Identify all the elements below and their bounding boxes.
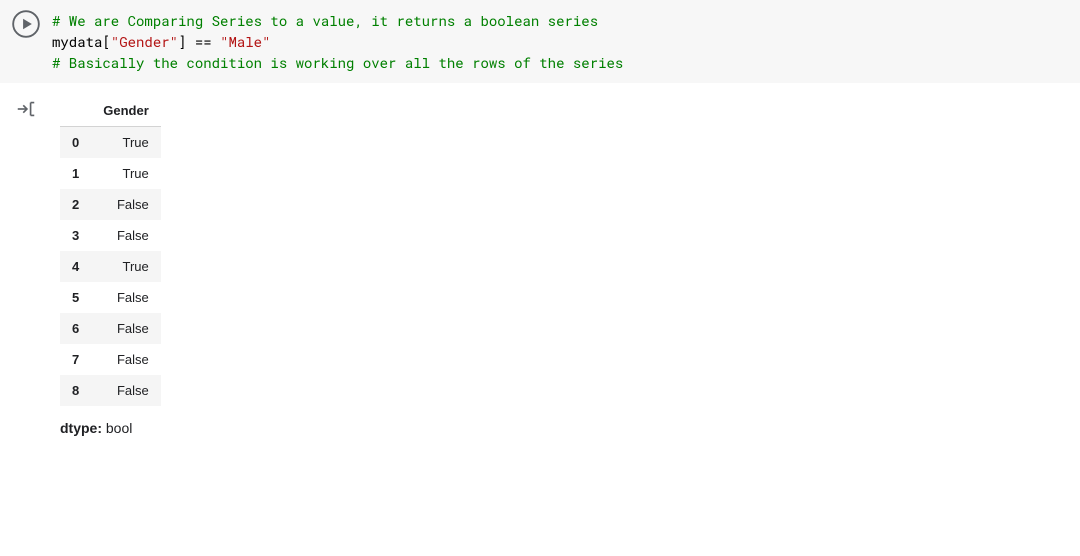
table-cell-value: False [91, 220, 161, 251]
table-row: 7 False [60, 344, 161, 375]
table-cell-value: True [91, 127, 161, 159]
dtype-line: dtype: bool [60, 420, 1072, 436]
table-row: 4 True [60, 251, 161, 282]
table-row-index: 1 [60, 158, 91, 189]
code-operator: == [186, 32, 220, 51]
table-row: 5 False [60, 282, 161, 313]
table-row-index: 7 [60, 344, 91, 375]
table-row: 2 False [60, 189, 161, 220]
code-variable: mydata [52, 32, 102, 51]
code-string: "Gender" [111, 32, 178, 51]
input-gutter [0, 8, 52, 38]
table-cell-value: False [91, 375, 161, 406]
cell-input-area: # We are Comparing Series to a value, it… [0, 0, 1080, 83]
code-bracket: [ [102, 32, 110, 51]
table-cell-value: False [91, 344, 161, 375]
table-cell-value: False [91, 282, 161, 313]
table-header-index [60, 95, 91, 127]
output-toggle-button[interactable] [14, 97, 38, 121]
table-cell-value: False [91, 189, 161, 220]
cell-output-area: Gender 0 True 1 True 2 False [0, 83, 1080, 440]
dtype-value: bool [102, 420, 132, 436]
table-cell-value: True [91, 158, 161, 189]
table-row: 3 False [60, 220, 161, 251]
output-collapse-icon [15, 98, 37, 120]
table-row-index: 4 [60, 251, 91, 282]
dtype-label: dtype: [60, 420, 102, 436]
table-row: 1 True [60, 158, 161, 189]
table-cell-value: False [91, 313, 161, 344]
table-row-index: 6 [60, 313, 91, 344]
table-row-index: 0 [60, 127, 91, 159]
table-row: 8 False [60, 375, 161, 406]
code-string: "Male" [220, 32, 270, 51]
table-row-index: 5 [60, 282, 91, 313]
run-cell-button[interactable] [12, 10, 40, 38]
table-row: 0 True [60, 127, 161, 159]
code-editor[interactable]: # We are Comparing Series to a value, it… [52, 8, 1080, 75]
dataframe-table: Gender 0 True 1 True 2 False [60, 95, 161, 406]
table-header-col: Gender [91, 95, 161, 127]
table-row-index: 2 [60, 189, 91, 220]
table-row-index: 3 [60, 220, 91, 251]
table-row: 6 False [60, 313, 161, 344]
notebook-cell: # We are Comparing Series to a value, it… [0, 0, 1080, 440]
table-cell-value: True [91, 251, 161, 282]
code-comment: # We are Comparing Series to a value, it… [52, 11, 598, 30]
play-circle-icon [12, 10, 40, 38]
code-comment: # Basically the condition is working ove… [52, 53, 623, 72]
table-header-row: Gender [60, 95, 161, 127]
output-gutter [0, 91, 52, 121]
table-row-index: 8 [60, 375, 91, 406]
output-content: Gender 0 True 1 True 2 False [52, 91, 1080, 440]
